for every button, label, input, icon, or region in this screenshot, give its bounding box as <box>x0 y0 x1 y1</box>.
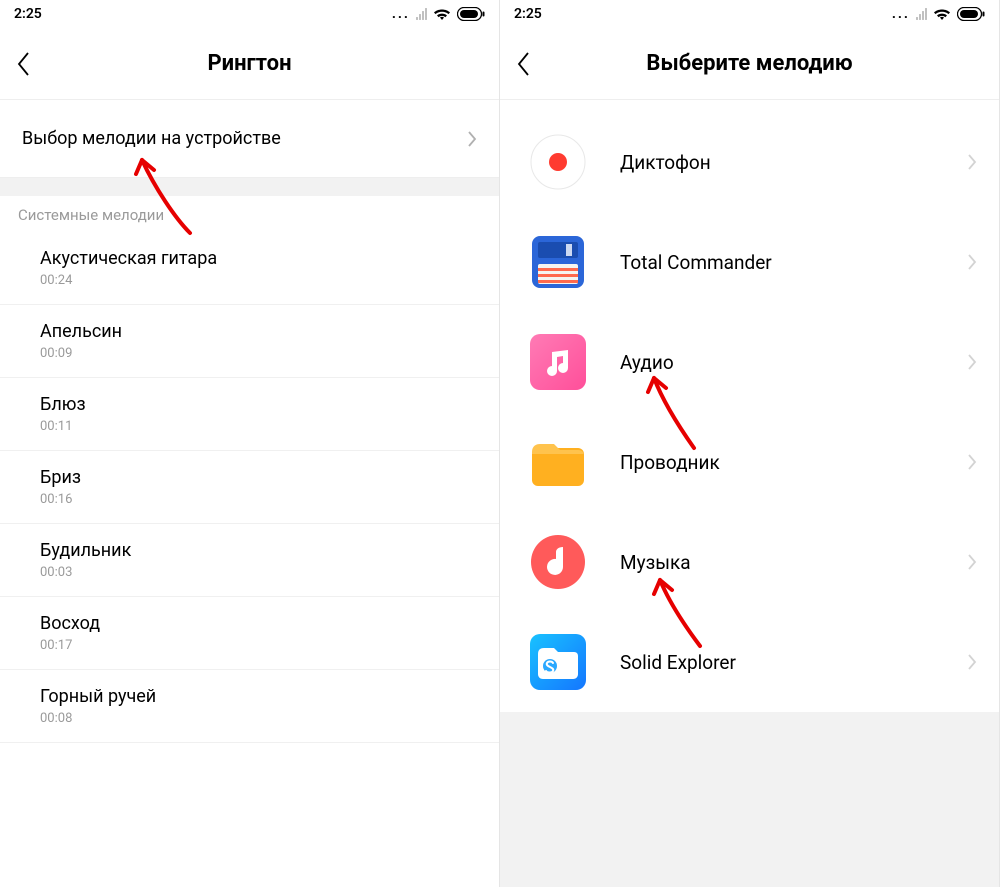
section-divider <box>0 178 499 196</box>
tone-name: Бриз <box>40 467 459 488</box>
source-label: Аудио <box>620 351 959 374</box>
cell-dots-icon: ... <box>392 6 410 22</box>
tone-duration: 00:16 <box>40 492 459 507</box>
section-header: Системные мелодии <box>0 196 499 232</box>
chevron-right-icon <box>467 130 477 148</box>
tone-name: Акустическая гитара <box>40 248 459 269</box>
source-row-recorder[interactable]: Диктофон <box>500 112 999 212</box>
header: Выберите мелодию <box>500 28 999 100</box>
tone-duration: 00:03 <box>40 565 459 580</box>
tone-name: Апельсин <box>40 321 459 342</box>
status-time: 2:25 <box>14 6 392 22</box>
source-row-music[interactable]: Музыка <box>500 512 999 612</box>
status-bar: 2:25 ... <box>0 0 499 28</box>
tone-row[interactable]: Будильник 00:03 <box>0 524 499 597</box>
source-list: Диктофон Total Commander Аудио Проводник Муз… <box>500 100 999 712</box>
source-label: Total Commander <box>620 251 959 274</box>
tone-duration: 00:08 <box>40 711 459 726</box>
audio-icon <box>530 334 586 390</box>
tone-list: Акустическая гитара 00:24 Апельсин 00:09 Блю… <box>0 232 499 743</box>
right-screen: 2:25 ... Выберите мелодию Диктофон Total … <box>500 0 1000 887</box>
back-button[interactable] <box>516 51 530 77</box>
tone-row[interactable]: Горный ручей 00:08 <box>0 670 499 743</box>
tone-row[interactable]: Акустическая гитара 00:24 <box>0 232 499 305</box>
tone-name: Блюз <box>40 394 459 415</box>
wifi-icon <box>433 7 451 21</box>
empty-area <box>500 712 999 887</box>
source-row-solid[interactable]: Solid Explorer <box>500 612 999 712</box>
tone-duration: 00:09 <box>40 346 459 361</box>
source-label: Solid Explorer <box>620 651 959 674</box>
floppy-icon <box>530 234 586 290</box>
tone-duration: 00:17 <box>40 638 459 653</box>
tone-duration: 00:11 <box>40 419 459 434</box>
tone-name: Будильник <box>40 540 459 561</box>
tone-name: Восход <box>40 613 459 634</box>
chevron-right-icon <box>967 653 977 671</box>
choose-on-device-row[interactable]: Выбор мелодии на устройстве <box>0 100 499 178</box>
source-row-audio[interactable]: Аудио <box>500 312 999 412</box>
recorder-icon <box>530 134 586 190</box>
page-title: Рингтон <box>207 51 291 76</box>
solid-icon <box>530 634 586 690</box>
tone-duration: 00:24 <box>40 273 459 288</box>
header: Рингтон <box>0 28 499 100</box>
chevron-right-icon <box>967 553 977 571</box>
wifi-icon <box>933 7 951 21</box>
chevron-right-icon <box>967 353 977 371</box>
status-bar: 2:25 ... <box>500 0 999 28</box>
source-row-folder[interactable]: Проводник <box>500 412 999 512</box>
tone-row[interactable]: Бриз 00:16 <box>0 451 499 524</box>
choose-on-device-label: Выбор мелодии на устройстве <box>22 128 467 149</box>
status-time: 2:25 <box>514 6 892 22</box>
battery-icon <box>457 7 485 21</box>
back-button[interactable] <box>16 51 30 77</box>
status-icons: ... <box>392 6 485 22</box>
folder-icon <box>530 434 586 490</box>
tone-row[interactable]: Апельсин 00:09 <box>0 305 499 378</box>
source-row-floppy[interactable]: Total Commander <box>500 212 999 312</box>
signal-icon <box>416 8 427 20</box>
chevron-right-icon <box>967 453 977 471</box>
signal-icon <box>916 8 927 20</box>
music-icon <box>530 534 586 590</box>
left-screen: 2:25 ... Рингтон Выбор мелодии на устрой… <box>0 0 500 887</box>
source-label: Музыка <box>620 551 959 574</box>
source-label: Диктофон <box>620 151 959 174</box>
source-label: Проводник <box>620 451 959 474</box>
chevron-right-icon <box>967 153 977 171</box>
chevron-right-icon <box>967 253 977 271</box>
battery-icon <box>957 7 985 21</box>
cell-dots-icon: ... <box>892 6 910 22</box>
tone-row[interactable]: Восход 00:17 <box>0 597 499 670</box>
tone-row[interactable]: Блюз 00:11 <box>0 378 499 451</box>
page-title: Выберите мелодию <box>646 51 852 76</box>
status-icons: ... <box>892 6 985 22</box>
tone-name: Горный ручей <box>40 686 459 707</box>
